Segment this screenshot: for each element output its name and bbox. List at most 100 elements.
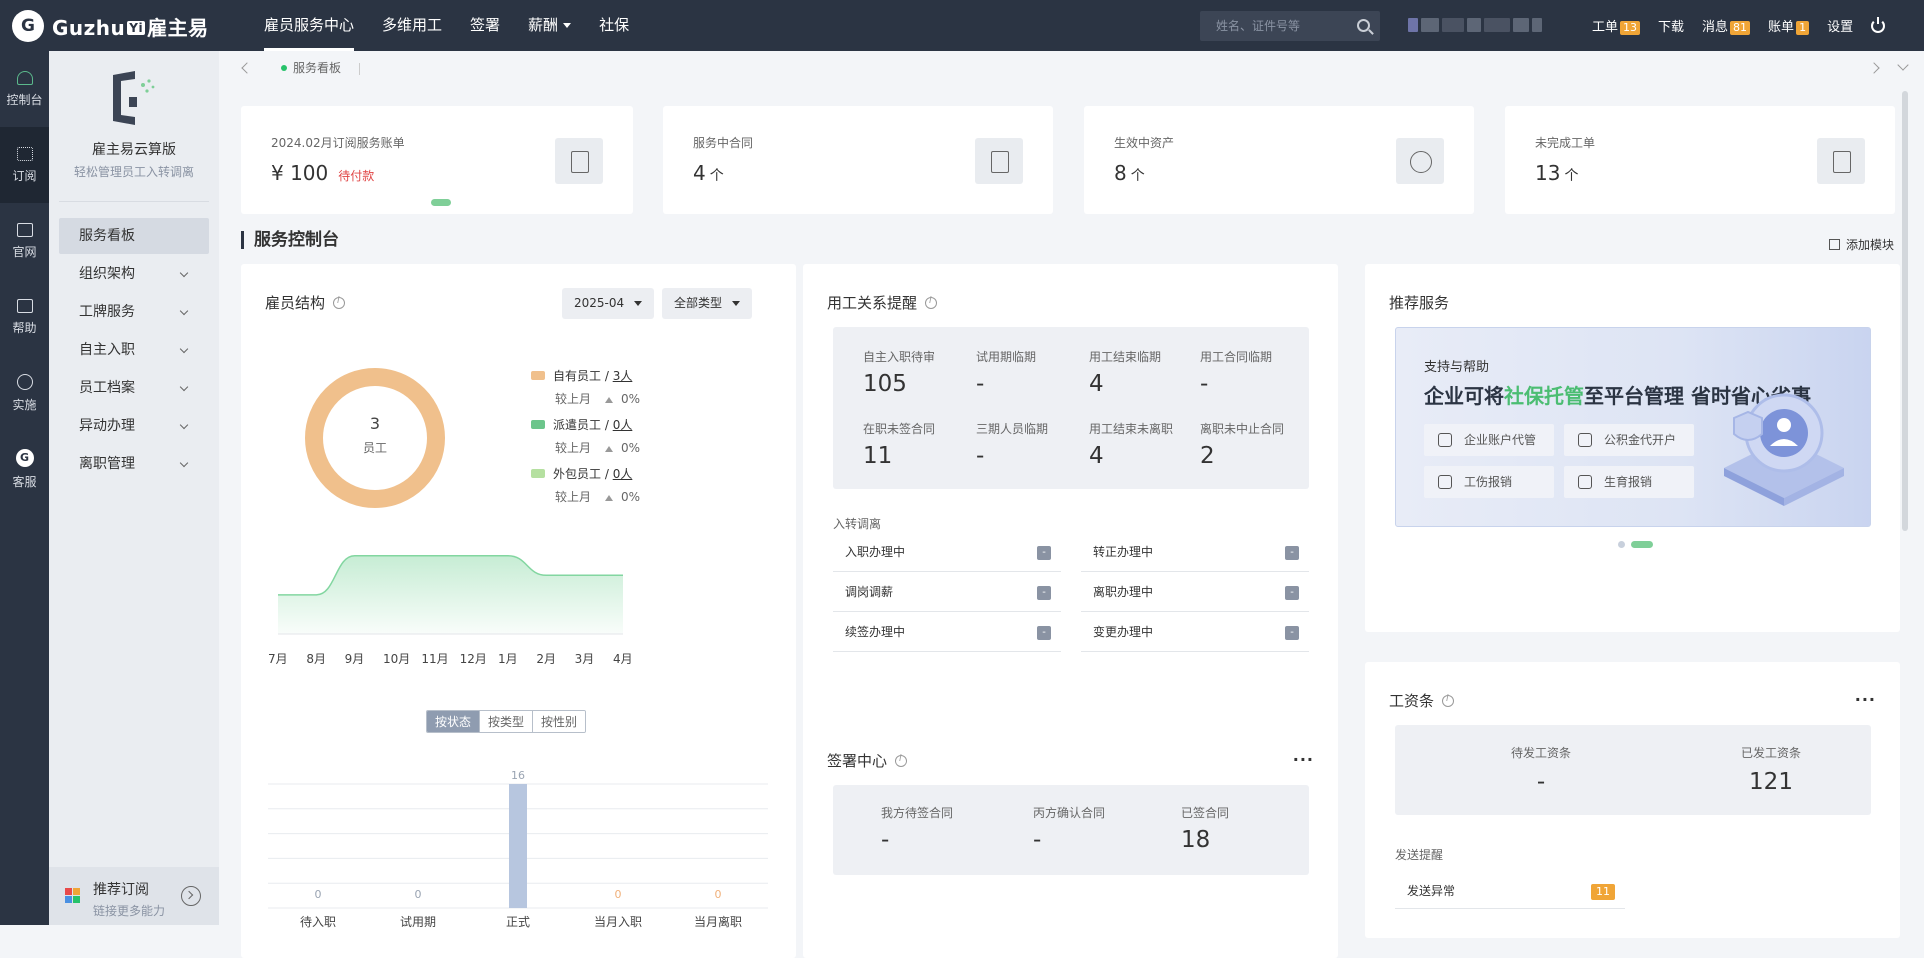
list-item[interactable]: 调岗调薪 - — [833, 572, 1061, 612]
kpi-third-party-confirm[interactable]: 丙方确认合同 - — [1033, 804, 1105, 853]
stat-card-assets[interactable]: 生效中资产 8个 — [1084, 106, 1474, 214]
nav-multi-employment[interactable]: 多维用工 — [368, 0, 456, 51]
nav-salary[interactable]: 薪酬 — [514, 0, 585, 51]
iconbar-console[interactable]: 控制台 — [0, 51, 49, 127]
list-item[interactable]: 发送异常 11 — [1395, 874, 1625, 909]
promo-banner[interactable]: 支持与帮助 企业可将社保托管至平台管理 省时省心省事 企业账户代管 公积金代开户… — [1395, 327, 1871, 527]
iconbar-subscribe[interactable]: 订阅 — [0, 127, 49, 203]
payslip-sent[interactable]: 已发工资条 121 — [1721, 744, 1821, 795]
segment-by-type[interactable]: 按类型 — [480, 711, 534, 732]
chip-maternity-claim[interactable]: 生育报销 — [1564, 466, 1694, 498]
carousel-dots[interactable] — [1618, 541, 1653, 548]
list-item[interactable]: 续签办理中 - — [833, 612, 1061, 652]
workorder-link[interactable]: 工单 13 — [1592, 16, 1641, 35]
bill-link[interactable]: 账单 1 — [1768, 16, 1810, 35]
chevron-down-icon — [179, 344, 189, 354]
arrow-right-icon[interactable] — [181, 886, 201, 906]
nav-social-security[interactable]: 社保 — [585, 0, 643, 51]
info-icon[interactable] — [925, 296, 938, 309]
chevron-left-icon[interactable] — [241, 62, 253, 74]
search-icon[interactable] — [1357, 19, 1370, 32]
legend-count[interactable]: 3人 — [613, 369, 633, 383]
info-icon[interactable] — [333, 296, 346, 309]
stat-label: 未完成工单 — [1535, 136, 1596, 150]
legend-count[interactable]: 0人 — [613, 467, 633, 481]
tag-icon — [1578, 475, 1592, 489]
kpi-employment-end-due[interactable]: 用工结束临期 4 — [1089, 348, 1161, 397]
message-badge: 81 — [1730, 21, 1751, 35]
month-select[interactable]: 2025-04 — [562, 288, 655, 319]
transfer-heading: 入转调离 — [833, 517, 882, 531]
x-tick-label: 4月 — [613, 652, 633, 666]
sidebar-item-resign[interactable]: 离职管理 — [59, 446, 209, 482]
apps-icon — [65, 888, 80, 903]
list-item[interactable]: 离职办理中 - — [1081, 572, 1309, 612]
kpi-unsigned-contract[interactable]: 在职未签合同 11 — [863, 420, 935, 469]
list-item[interactable]: 变更办理中 - — [1081, 612, 1309, 652]
iconbar-website[interactable]: 官网 — [0, 203, 49, 279]
nav-sign[interactable]: 签署 — [456, 0, 514, 51]
iconbar-implement[interactable]: 实施 — [0, 355, 49, 431]
download-link[interactable]: 下载 — [1658, 16, 1684, 35]
carousel-dot[interactable] — [1631, 541, 1653, 548]
power-icon[interactable] — [1871, 16, 1886, 33]
add-module-button[interactable]: 添加模块 — [1829, 236, 1894, 253]
sidebar-item-archive[interactable]: 员工档案 — [59, 370, 209, 406]
stat-card-contracts[interactable]: 服务中合同 4个 — [663, 106, 1053, 214]
message-link[interactable]: 消息 81 — [1702, 16, 1751, 35]
info-icon[interactable] — [1442, 694, 1455, 707]
chip-injury-claim[interactable]: 工伤报销 — [1424, 466, 1554, 498]
kpi-probation-due[interactable]: 试用期临期 - — [976, 348, 1036, 397]
iconbar-help[interactable]: 帮助 — [0, 279, 49, 355]
user-info-blurred[interactable] — [1408, 13, 1558, 37]
app-logo[interactable]: G Guzhu Yi 雇主易 — [12, 10, 209, 42]
x-tick-label: 当月离职 — [694, 914, 742, 929]
kpi-signed[interactable]: 已签合同 18 — [1181, 804, 1229, 853]
stat-card-bill[interactable]: 2024.02月订阅服务账单 ¥ 100 待付款 — [241, 106, 633, 214]
sidebar-item-badge[interactable]: 工牌服务 — [59, 294, 209, 330]
legend-count[interactable]: 0人 — [613, 418, 633, 432]
chip-fund-account[interactable]: 公积金代开户 — [1564, 424, 1694, 456]
info-icon[interactable] — [895, 754, 908, 767]
iconbar-service[interactable]: G 客服 — [0, 431, 49, 507]
relation-reminder-card: 用工关系提醒 自主入职待审105 试用期临期- 用工结束临期4 用工合同临期- … — [803, 264, 1338, 742]
carousel-dot[interactable] — [1618, 541, 1625, 548]
kpi-ended-not-resigned[interactable]: 用工结束未离职 4 — [1089, 420, 1173, 469]
chevron-down-icon — [179, 420, 189, 430]
more-icon[interactable]: ··· — [1293, 750, 1314, 769]
carousel-indicator[interactable] — [431, 199, 451, 206]
chip-account-custody[interactable]: 企业账户代管 — [1424, 424, 1554, 456]
card-title: 签署中心 — [827, 750, 908, 771]
sidebar-item-change[interactable]: 异动办理 — [59, 408, 209, 444]
product-subtitle: 轻松管理员工入转调离 — [73, 165, 194, 179]
nav-employee-service[interactable]: 雇员服务中心 — [250, 0, 368, 51]
search-input[interactable]: 姓名、证件号等 — [1200, 11, 1380, 41]
kpi-resigned-contract-open[interactable]: 离职未中止合同 2 — [1200, 420, 1284, 469]
sidebar-item-onboarding[interactable]: 自主入职 — [59, 332, 209, 368]
chevron-right-icon[interactable] — [1868, 62, 1880, 74]
recommend-subscribe[interactable]: 推荐订阅 链接更多能力 — [49, 867, 219, 925]
iconbar-label: 订阅 — [12, 168, 37, 183]
kpi-to-sign[interactable]: 我方待签合同 - — [881, 804, 953, 853]
sidebar-item-org[interactable]: 组织架构 — [59, 256, 209, 292]
list-item[interactable]: 入职办理中 - — [833, 532, 1061, 572]
sidebar-item-service-board[interactable]: 服务看板 — [59, 218, 209, 254]
donut-unit: 员工 — [362, 441, 387, 455]
kpi-contract-due[interactable]: 用工合同临期 - — [1200, 348, 1272, 397]
bar[interactable] — [509, 784, 527, 908]
kpi-pending-review[interactable]: 自主入职待审 105 — [863, 348, 935, 397]
settings-link[interactable]: 设置 — [1827, 16, 1853, 35]
list-item[interactable]: 转正办理中 - — [1081, 532, 1309, 572]
segment-by-gender[interactable]: 按性别 — [533, 711, 586, 732]
type-select[interactable]: 全部类型 — [662, 288, 753, 319]
chevron-down-icon — [179, 382, 189, 392]
payslip-pending[interactable]: 待发工资条 - — [1491, 744, 1591, 795]
chevron-down-icon[interactable] — [1897, 59, 1909, 71]
segment-by-status[interactable]: 按状态 — [427, 711, 481, 732]
kpi-three-period[interactable]: 三期人员临期 - — [976, 420, 1048, 469]
more-icon[interactable]: ··· — [1855, 690, 1876, 709]
stat-unit: 个 — [1130, 168, 1145, 184]
tab-service-board[interactable]: 服务看板 — [281, 59, 341, 76]
scrollbar[interactable] — [1902, 91, 1908, 531]
stat-card-workorders[interactable]: 未完成工单 13 个 — [1505, 106, 1895, 214]
